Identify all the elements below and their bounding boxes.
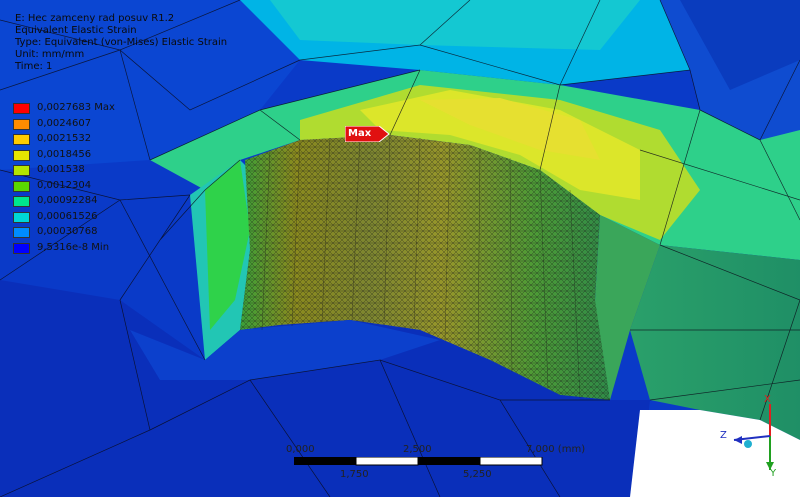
legend-entry[interactable]: 0,001538 (13, 164, 233, 176)
y-axis-label: Y (770, 468, 777, 479)
legend-entry[interactable]: 0,00030768 (13, 226, 233, 238)
legend-entry[interactable]: 0,0024607 (13, 117, 233, 130)
legend-entry[interactable]: 0,00061526 (13, 210, 233, 223)
scale-tick: 1,750 (340, 469, 369, 480)
max-label: Max (348, 128, 372, 139)
result-title: E: Hec zamceny rad posuv R1.2 (15, 13, 175, 24)
legend-swatch (13, 242, 30, 254)
legend-value: 9,5316e-8 Min (37, 241, 110, 253)
result-name: Equivalent Elastic Strain (15, 25, 137, 36)
max-probe-label[interactable]: Max (344, 125, 390, 143)
scale-tick: 2,500 (403, 444, 432, 455)
legend-value: 0,00092284 (37, 195, 98, 206)
axis-triad[interactable]: X Z Y (712, 394, 792, 484)
legend-entry[interactable]: 0,0021532 (13, 133, 233, 145)
result-type: Type: Equivalent (von-Mises) Elastic Str… (15, 37, 228, 48)
legend-value: 0,0018456 (37, 148, 92, 160)
scale-tick: 0,000 (286, 444, 315, 455)
scale-tick: 7,000 (mm) (526, 444, 586, 455)
legend-swatch (13, 165, 30, 176)
legend-entry[interactable]: 0,0018456 (13, 148, 233, 161)
legend-value: 0,0021532 (37, 133, 92, 144)
legend-swatch (13, 211, 30, 223)
scale-ruler: 0,000 2,500 7,000 (mm) 1,750 5,250 (270, 440, 585, 485)
legend-value: 0,00030768 (37, 226, 98, 237)
x-axis-label: X (764, 394, 771, 405)
legend-entry[interactable]: 0,0027683 Max (13, 102, 233, 114)
scale-bar-graphic (294, 457, 543, 466)
scale-tick: 5,250 (463, 469, 492, 480)
legend-swatch (13, 196, 30, 207)
result-time: Time: 1 (15, 61, 53, 72)
z-axis-label: Z (720, 430, 727, 441)
graphics-viewport[interactable]: E: Hec zamceny rad posuv R1.2 Equivalent… (0, 0, 800, 497)
legend-value: 0,001538 (37, 164, 85, 175)
legend-entry[interactable]: 9,5316e-8 Min (13, 241, 233, 254)
legend-value: 0,0024607 (37, 117, 92, 129)
legend-entry[interactable]: 0,00092284 (13, 195, 233, 207)
legend-swatch (13, 134, 30, 145)
legend-swatch (13, 180, 30, 192)
legend-value: 0,0027683 Max (37, 102, 115, 113)
legend-swatch (13, 118, 30, 130)
legend-swatch (13, 149, 30, 161)
legend-swatch (13, 227, 30, 238)
legend-value: 0,0012304 (37, 179, 92, 191)
legend-value: 0,00061526 (37, 210, 98, 222)
result-unit: Unit: mm/mm (15, 49, 85, 60)
legend-entry[interactable]: 0,0012304 (13, 179, 233, 192)
legend-swatch (13, 103, 30, 114)
